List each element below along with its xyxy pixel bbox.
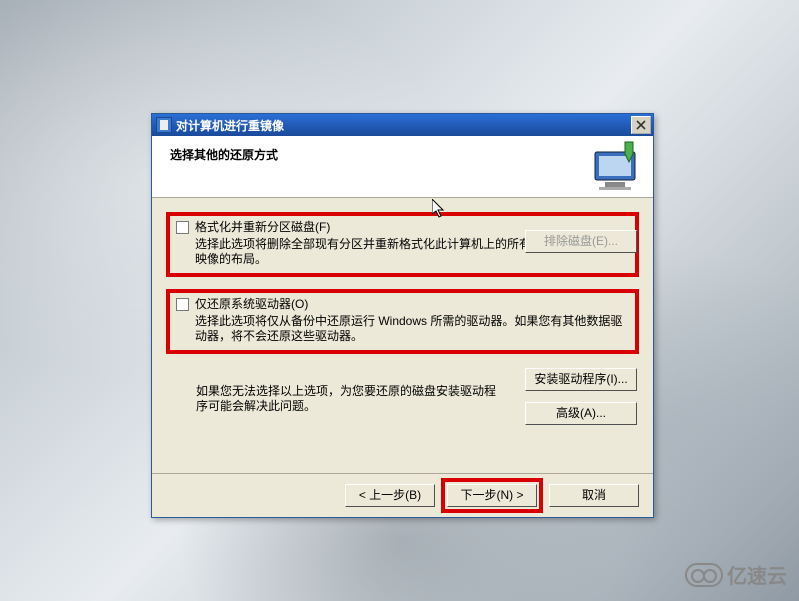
back-button[interactable]: < 上一步(B) bbox=[345, 484, 435, 507]
restore-icon bbox=[589, 140, 643, 192]
watermark-text: 亿速云 bbox=[727, 560, 787, 589]
checkbox-format[interactable] bbox=[176, 221, 189, 234]
option-only-system-label[interactable]: 仅还原系统驱动器(O) bbox=[195, 297, 629, 312]
window-title: 对计算机进行重镜像 bbox=[176, 117, 631, 134]
window-icon bbox=[156, 117, 172, 133]
option-only-system-block: 仅还原系统驱动器(O) 选择此选项将仅从备份中还原运行 Windows 所需的驱… bbox=[166, 289, 639, 354]
page-title: 选择其他的还原方式 bbox=[170, 146, 278, 163]
next-button[interactable]: 下一步(N) > bbox=[447, 484, 537, 507]
reimage-dialog: 对计算机进行重镜像 选择其他的还原方式 格式化并重新分区磁盘 bbox=[151, 113, 654, 518]
watermark: 亿速云 bbox=[685, 560, 787, 589]
dialog-footer: < 上一步(B) 下一步(N) > 取消 bbox=[152, 473, 653, 517]
close-button[interactable] bbox=[631, 116, 651, 134]
advanced-button[interactable]: 高级(A)... bbox=[525, 402, 637, 425]
titlebar[interactable]: 对计算机进行重镜像 bbox=[152, 114, 653, 136]
watermark-logo-icon bbox=[685, 563, 723, 587]
cancel-button[interactable]: 取消 bbox=[549, 484, 639, 507]
option-only-system-desc: 选择此选项将仅从备份中还原运行 Windows 所需的驱动器。如果您有其他数据驱… bbox=[195, 314, 629, 344]
checkbox-only-system[interactable] bbox=[176, 298, 189, 311]
next-button-highlight: 下一步(N) > bbox=[441, 478, 543, 513]
exclude-disk-button: 排除磁盘(E)... bbox=[525, 230, 637, 253]
dialog-header: 选择其他的还原方式 bbox=[152, 136, 653, 198]
install-driver-button[interactable]: 安装驱动程序(I)... bbox=[525, 368, 637, 391]
